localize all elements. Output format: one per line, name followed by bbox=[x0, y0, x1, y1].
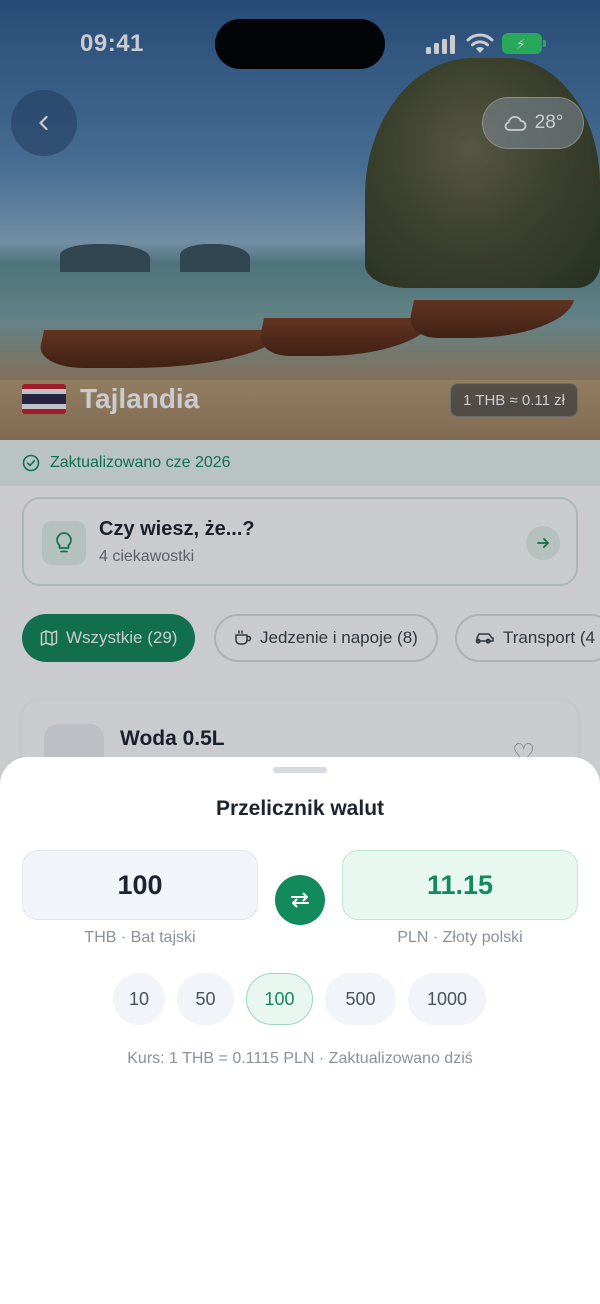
quick-amount-500[interactable]: 500 bbox=[325, 973, 396, 1025]
swap-arrows-icon bbox=[291, 892, 309, 908]
currency-converter-sheet: Przelicznik walut 100 THB · Bat tajski 1… bbox=[0, 757, 600, 1304]
to-amount-output: 11.15 bbox=[342, 850, 578, 920]
quick-amount-50[interactable]: 50 bbox=[177, 973, 234, 1025]
rate-info: Kurs: 1 THB = 0.1115 PLN · Zaktualizowan… bbox=[127, 1050, 473, 1067]
swap-currencies-button[interactable] bbox=[275, 875, 325, 925]
from-currency-label: THB · Bat tajski bbox=[84, 929, 196, 946]
to-currency-label: PLN · Złoty polski bbox=[397, 929, 523, 946]
sheet-grabber[interactable] bbox=[273, 767, 327, 773]
quick-amount-10[interactable]: 10 bbox=[113, 973, 165, 1025]
sheet-title: Przelicznik walut bbox=[215, 797, 385, 820]
quick-amount-100[interactable]: 100 bbox=[246, 973, 313, 1025]
quick-amount-1000[interactable]: 1000 bbox=[408, 973, 486, 1025]
from-amount-input[interactable]: 100 bbox=[22, 850, 258, 920]
